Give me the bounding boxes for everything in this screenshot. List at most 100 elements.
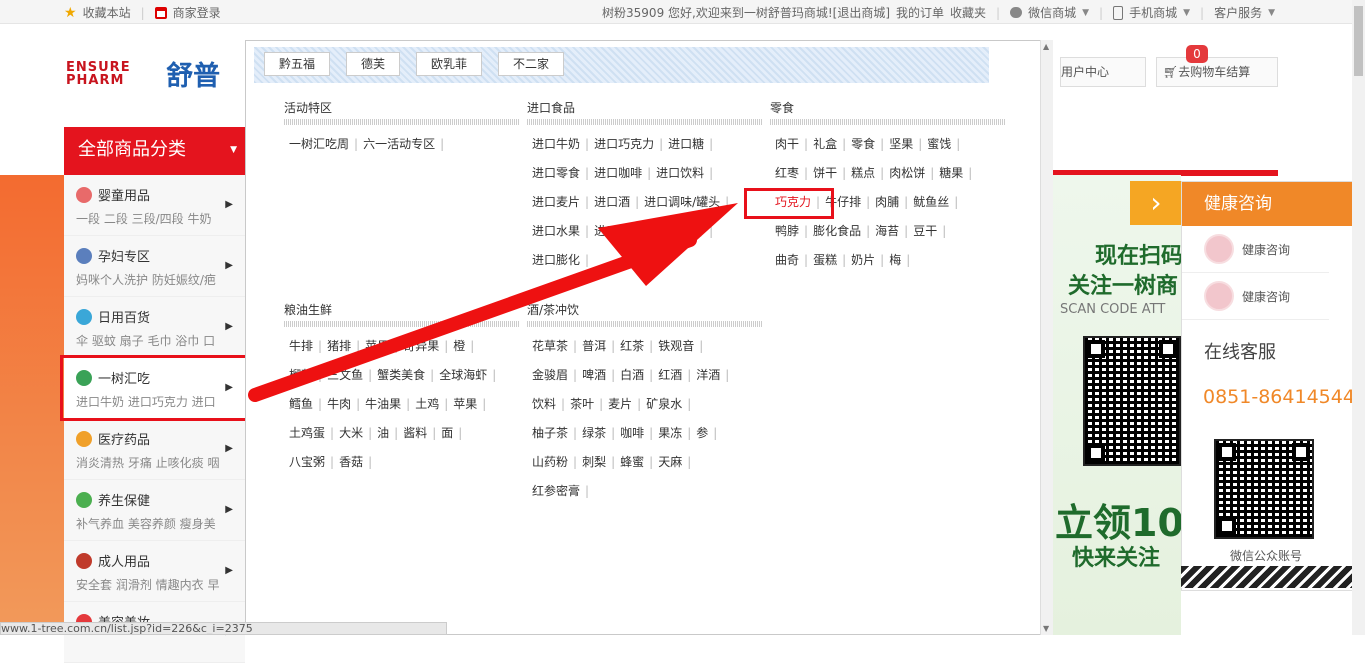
menu-link[interactable]: 牛排 [284,339,318,353]
category-item[interactable]: 养生保健 补气养血 美容养颜 瘦身美 ▶ [64,480,245,541]
menu-link[interactable]: 蜜饯 [922,137,956,151]
menu-section-title[interactable]: 酒/茶冲饮 [527,301,762,321]
mobile-mall-link[interactable]: 手机商城 [1129,4,1177,21]
scroll-down-icon[interactable]: ▼ [1043,624,1049,633]
menu-link[interactable]: 山药粉 [527,455,573,469]
menu-link[interactable]: 曲奇 [770,253,804,267]
menu-link[interactable]: 铁观音 [653,339,699,353]
scroll-up-icon[interactable]: ▲ [1043,42,1049,51]
menu-link[interactable]: 刺梨 [577,455,611,469]
category-item[interactable]: 医疗药品 消炎清热 牙痛 止咳化痰 咽 ▶ [64,419,245,480]
menu-link[interactable]: 进口牛奶 [527,137,585,151]
menu-link[interactable]: 进口糖 [663,137,709,151]
menu-link[interactable]: 糖果 [934,166,968,180]
menu-link[interactable]: 一树汇吃周 [284,137,354,151]
health-consult-item[interactable]: 健康咨询 [1182,273,1329,320]
menu-link[interactable]: 土鸡 [410,397,444,411]
menu-link[interactable]: 豆干 [908,224,942,238]
category-sub[interactable]: 伞 驱蚊 扇子 毛巾 浴巾 口 [76,332,245,349]
category-item[interactable]: 孕妇专区 妈咪个人洗护 防妊娠纹/疤 ▶ [64,236,245,297]
menu-link[interactable]: 肉松饼 [884,166,930,180]
customer-service-link[interactable]: 客户服务 [1214,4,1262,21]
cart-button[interactable]: 🛒︎去购物车结算 [1156,57,1278,87]
menu-link[interactable]: 进口生鲜 [651,224,709,238]
user-center-button[interactable]: 用户中心 [1060,57,1146,87]
brand-button[interactable]: 黔五福 [264,52,331,76]
category-sub[interactable]: 消炎清热 牙痛 止咳化痰 咽 [76,454,245,471]
menu-link[interactable]: 红茶 [615,339,649,353]
site-logo[interactable]: ENSURE PHARM 舒普 [66,54,220,93]
menu-link[interactable]: 饼干 [808,166,842,180]
menu-link[interactable]: 红枣 [770,166,804,180]
menu-link[interactable]: 啤酒 [577,368,611,382]
menu-link[interactable]: 进口饮料 [651,166,709,180]
merchant-login-link[interactable]: 商家登录 [173,4,221,21]
menu-link[interactable]: 橙 [448,339,470,353]
menu-link[interactable]: 全球海虾 [434,368,492,382]
menu-link[interactable]: 礼盒 [808,137,842,151]
menu-link[interactable]: 红酒 [653,368,687,382]
menu-link[interactable]: 进口肉类 [589,224,647,238]
menu-link[interactable]: 咖啡 [615,426,649,440]
menu-section-title[interactable]: 粮油生鲜 [284,301,519,321]
category-sub[interactable]: 补气养血 美容养颜 瘦身美 [76,515,245,532]
category-sub[interactable]: 一段 二段 三段/四段 牛奶 [76,210,245,227]
menu-link[interactable]: 柚子茶 [527,426,573,440]
menu-link[interactable]: 奇异果 [398,339,444,353]
menu-link[interactable]: 猪排 [322,339,356,353]
category-item[interactable]: 婴童用品 一段 二段 三段/四段 牛奶 ▶ [64,175,245,236]
menu-link[interactable]: 香菇 [334,455,368,469]
wechat-mall-link[interactable]: 微信商城 [1028,4,1076,21]
menu-link[interactable]: 糕点 [846,166,880,180]
menu-link[interactable]: 进口零食 [527,166,585,180]
menu-link[interactable]: 面 [436,426,458,440]
menu-link[interactable]: 榴莲 [284,368,318,382]
menu-link[interactable]: 牛肉 [322,397,356,411]
menu-link[interactable]: 油 [372,426,394,440]
menu-link[interactable]: 蟹类美食 [372,368,430,382]
menu-link[interactable]: 普洱 [577,339,611,353]
menu-link[interactable]: 梅 [884,253,906,267]
menu-link[interactable]: 坚果 [884,137,918,151]
menu-link[interactable]: 土鸡蛋 [284,426,330,440]
orders-link[interactable]: 我的订单 [896,4,944,21]
menu-link[interactable]: 膨化食品 [808,224,866,238]
favorite-link[interactable]: 收藏本站 [83,4,131,21]
menu-link[interactable]: 花草茶 [527,339,573,353]
menu-link[interactable]: 海苔 [870,224,904,238]
brand-button[interactable]: 德芙 [346,52,401,76]
menu-link[interactable]: 三文鱼 [322,368,368,382]
menu-link[interactable]: 进口巧克力 [589,137,659,151]
menu-link[interactable]: 金骏眉 [527,368,573,382]
menu-link[interactable]: 鳕鱼 [284,397,318,411]
menu-link[interactable]: 进口咖啡 [589,166,647,180]
menu-link[interactable]: 苹果 [360,339,394,353]
menu-link[interactable]: 饮料 [527,397,561,411]
menu-link[interactable]: 进口水果 [527,224,585,238]
menu-link[interactable]: 鱿鱼丝 [908,195,954,209]
menu-link[interactable]: 洋酒 [691,368,725,382]
menu-link[interactable]: 鸭脖 [770,224,804,238]
menu-link[interactable]: 参 [691,426,713,440]
category-sub[interactable]: 安全套 润滑剂 情趣内衣 早 [76,576,245,593]
category-sub[interactable]: 妈咪个人洗护 防妊娠纹/疤 [76,271,245,288]
menu-link[interactable]: 肉干 [770,137,804,151]
menu-link[interactable]: 进口膨化 [527,253,585,267]
category-item[interactable]: 日用百货 伞 驱蚊 扇子 毛巾 浴巾 口 ▶ [64,297,245,358]
menu-link[interactable]: 矿泉水 [641,397,687,411]
menu-scrollbar[interactable]: ▲ ▼ [1040,40,1053,635]
menu-link[interactable]: 大米 [334,426,368,440]
menu-link[interactable]: 进口酒 [589,195,635,209]
category-item[interactable]: 成人用品 安全套 润滑剂 情趣内衣 早 ▶ [64,541,245,602]
menu-link[interactable]: 肉脯 [870,195,904,209]
menu-section-title[interactable]: 活动特区 [284,99,519,119]
collection-link[interactable]: 收藏夹 [950,4,986,21]
menu-link[interactable]: 麦片 [603,397,637,411]
menu-link[interactable]: 茶叶 [565,397,599,411]
menu-link[interactable]: 绿茶 [577,426,611,440]
menu-link[interactable]: 牛油果 [360,397,406,411]
menu-section-title[interactable]: 进口食品 [527,99,762,119]
menu-link[interactable]: 零食 [846,137,880,151]
all-categories-header[interactable]: 全部商品分类 ▼ [64,127,245,175]
menu-link[interactable]: 天麻 [653,455,687,469]
